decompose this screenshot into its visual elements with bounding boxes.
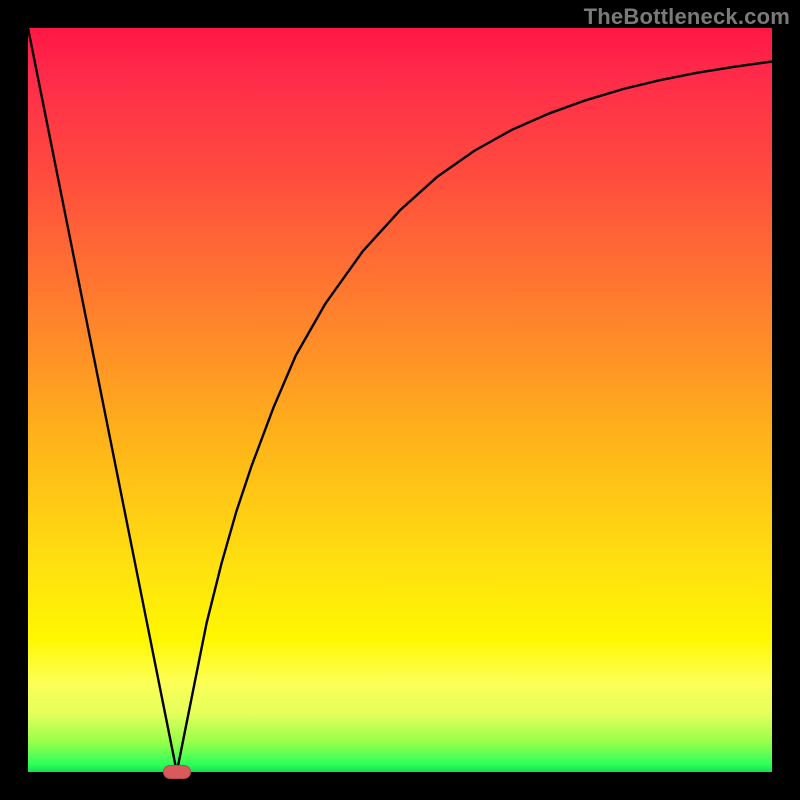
plot-area [28,28,772,772]
watermark-text: TheBottleneck.com [584,4,790,30]
minimum-marker [163,765,191,779]
chart-frame: TheBottleneck.com [0,0,800,800]
bottleneck-curve [28,28,772,772]
curve-svg [28,28,772,772]
